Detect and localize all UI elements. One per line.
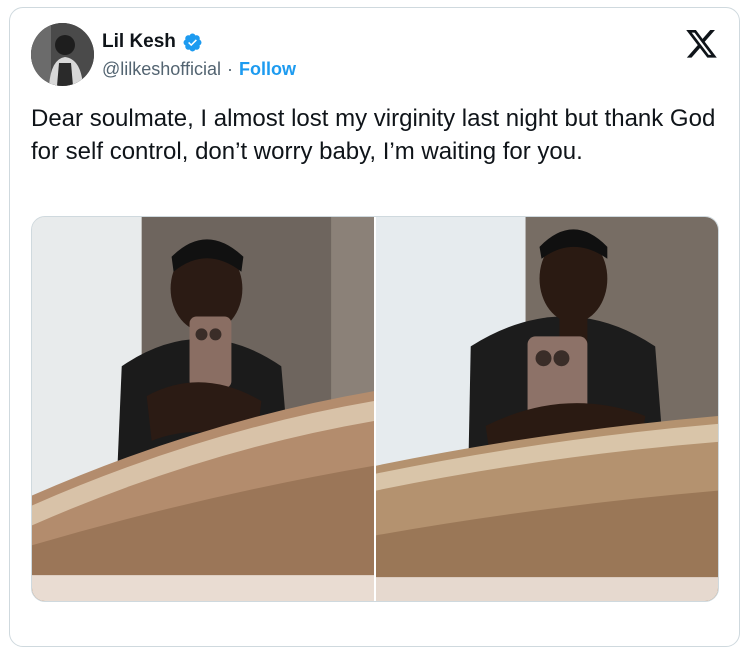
tweet-photo-2[interactable] bbox=[376, 217, 718, 601]
separator-dot: · bbox=[227, 59, 233, 79]
x-logo-icon[interactable] bbox=[686, 30, 717, 58]
author-name-row: Lil Kesh bbox=[102, 31, 203, 53]
author-handle-row: @lilkeshofficial · Follow bbox=[102, 59, 296, 80]
author-name[interactable]: Lil Kesh bbox=[102, 31, 176, 53]
tweet-card[interactable]: Lil Kesh @lilkeshofficial · Follow Dear … bbox=[9, 7, 740, 647]
author-handle[interactable]: @lilkeshofficial bbox=[102, 59, 221, 80]
tweet-photo-1[interactable] bbox=[32, 217, 374, 601]
follow-button[interactable]: Follow bbox=[239, 59, 296, 80]
tweet-media-grid bbox=[31, 216, 719, 602]
author-avatar[interactable] bbox=[31, 23, 94, 86]
verified-badge-icon bbox=[183, 33, 202, 51]
tweet-text: Dear soulmate, I almost lost my virginit… bbox=[31, 105, 716, 165]
